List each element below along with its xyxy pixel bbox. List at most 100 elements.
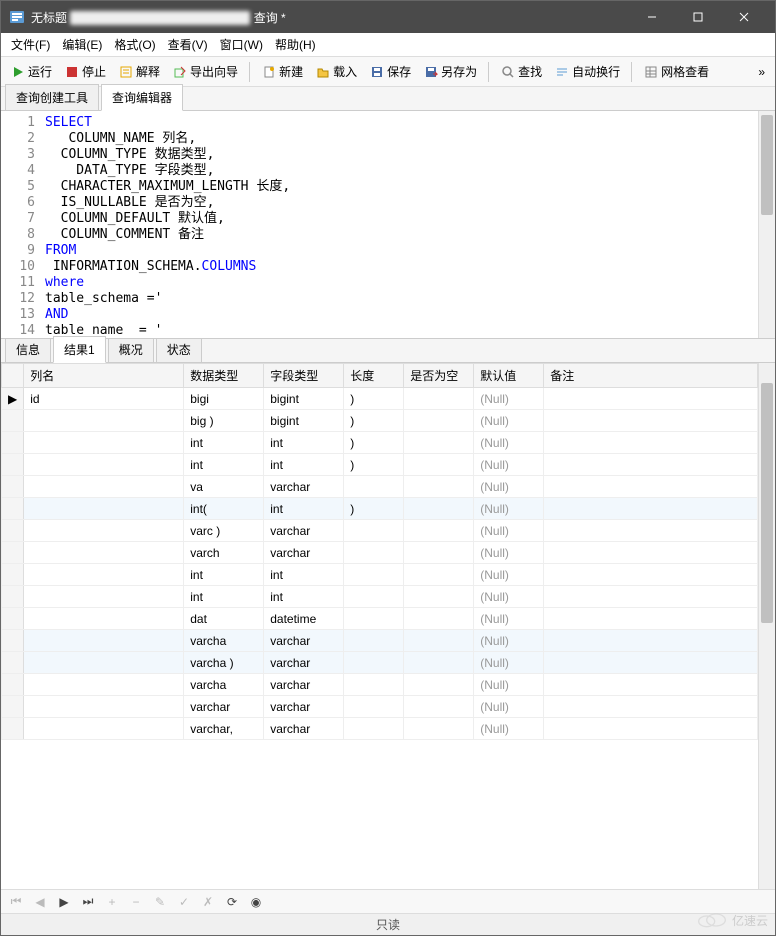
- cell-remark[interactable]: [544, 608, 758, 630]
- cell-name[interactable]: [24, 432, 184, 454]
- table-row[interactable]: varcharvarchar(Null): [2, 696, 758, 718]
- cell-datatype[interactable]: dat: [184, 608, 264, 630]
- cell-default[interactable]: (Null): [474, 696, 544, 718]
- explain-button[interactable]: 解释: [113, 60, 165, 83]
- cell-fieldtype[interactable]: varchar: [264, 630, 344, 652]
- menu-file[interactable]: 文件(F): [5, 34, 56, 55]
- tab-query-editor[interactable]: 查询编辑器: [101, 84, 183, 111]
- nav-delete[interactable]: −: [127, 893, 145, 911]
- cell-name[interactable]: [24, 542, 184, 564]
- col-header-fieldtype[interactable]: 字段类型: [264, 364, 344, 388]
- scroll-thumb[interactable]: [761, 115, 773, 215]
- menu-window[interactable]: 窗口(W): [214, 34, 269, 55]
- cell-remark[interactable]: [544, 476, 758, 498]
- cell-fieldtype[interactable]: varchar: [264, 718, 344, 740]
- cell-name[interactable]: id: [24, 388, 184, 410]
- editor-scrollbar[interactable]: [758, 111, 775, 338]
- nav-add[interactable]: +: [103, 893, 121, 911]
- row-indicator[interactable]: [2, 454, 24, 476]
- save-as-button[interactable]: 另存为: [418, 60, 482, 83]
- row-indicator[interactable]: [2, 476, 24, 498]
- cell-length[interactable]: [344, 630, 404, 652]
- cell-length[interactable]: [344, 586, 404, 608]
- cell-length[interactable]: ): [344, 454, 404, 476]
- cell-remark[interactable]: [544, 564, 758, 586]
- cell-datatype[interactable]: varchar,: [184, 718, 264, 740]
- grid-view-button[interactable]: 网格查看: [638, 60, 714, 83]
- table-row[interactable]: ▶idbigibigint)(Null): [2, 388, 758, 410]
- cell-datatype[interactable]: varcha: [184, 630, 264, 652]
- cell-remark[interactable]: [544, 388, 758, 410]
- cell-remark[interactable]: [544, 542, 758, 564]
- cell-name[interactable]: [24, 410, 184, 432]
- tab-query-builder[interactable]: 查询创建工具: [5, 84, 99, 110]
- row-indicator[interactable]: ▶: [2, 388, 24, 410]
- menu-view[interactable]: 查看(V): [162, 34, 214, 55]
- nav-stop-refresh[interactable]: ◉: [247, 893, 265, 911]
- maximize-button[interactable]: [675, 1, 721, 33]
- cell-datatype[interactable]: varcha: [184, 674, 264, 696]
- minimize-button[interactable]: [629, 1, 675, 33]
- cell-nullable[interactable]: [404, 674, 474, 696]
- cell-nullable[interactable]: [404, 696, 474, 718]
- cell-length[interactable]: [344, 696, 404, 718]
- wrap-button[interactable]: 自动换行: [549, 60, 625, 83]
- cell-remark[interactable]: [544, 498, 758, 520]
- cell-datatype[interactable]: varcha ): [184, 652, 264, 674]
- cell-length[interactable]: [344, 718, 404, 740]
- cell-nullable[interactable]: [404, 454, 474, 476]
- menu-help[interactable]: 帮助(H): [269, 34, 322, 55]
- cell-length[interactable]: ): [344, 432, 404, 454]
- row-indicator[interactable]: [2, 410, 24, 432]
- table-row[interactable]: intint)(Null): [2, 432, 758, 454]
- col-header-remark[interactable]: 备注: [544, 364, 758, 388]
- cell-remark[interactable]: [544, 520, 758, 542]
- cell-remark[interactable]: [544, 652, 758, 674]
- cell-length[interactable]: [344, 542, 404, 564]
- cell-default[interactable]: (Null): [474, 476, 544, 498]
- cell-remark[interactable]: [544, 718, 758, 740]
- row-indicator[interactable]: [2, 718, 24, 740]
- row-indicator[interactable]: [2, 608, 24, 630]
- toolbar-overflow[interactable]: »: [752, 63, 771, 81]
- cell-default[interactable]: (Null): [474, 454, 544, 476]
- col-header-length[interactable]: 长度: [344, 364, 404, 388]
- cell-name[interactable]: [24, 564, 184, 586]
- run-button[interactable]: 运行: [5, 60, 57, 83]
- menu-format[interactable]: 格式(O): [108, 34, 161, 55]
- cell-name[interactable]: [24, 608, 184, 630]
- table-row[interactable]: varchvarchar(Null): [2, 542, 758, 564]
- scroll-thumb[interactable]: [761, 383, 773, 623]
- nav-refresh[interactable]: ⟳: [223, 893, 241, 911]
- cell-nullable[interactable]: [404, 608, 474, 630]
- nav-prev[interactable]: ◀: [31, 893, 49, 911]
- row-indicator[interactable]: [2, 674, 24, 696]
- cell-fieldtype[interactable]: bigint: [264, 388, 344, 410]
- cell-name[interactable]: [24, 630, 184, 652]
- cell-length[interactable]: [344, 476, 404, 498]
- cell-default[interactable]: (Null): [474, 498, 544, 520]
- table-row[interactable]: datdatetime(Null): [2, 608, 758, 630]
- row-indicator[interactable]: [2, 696, 24, 718]
- cell-default[interactable]: (Null): [474, 718, 544, 740]
- nav-commit[interactable]: ✓: [175, 893, 193, 911]
- cell-default[interactable]: (Null): [474, 608, 544, 630]
- cell-length[interactable]: [344, 608, 404, 630]
- cell-nullable[interactable]: [404, 718, 474, 740]
- cell-default[interactable]: (Null): [474, 520, 544, 542]
- stop-button[interactable]: 停止: [59, 60, 111, 83]
- cell-fieldtype[interactable]: varchar: [264, 674, 344, 696]
- cell-remark[interactable]: [544, 586, 758, 608]
- cell-datatype[interactable]: bigi: [184, 388, 264, 410]
- sql-code[interactable]: SELECT COLUMN_NAME 列名, COLUMN_TYPE 数据类型,…: [41, 111, 758, 338]
- cell-length[interactable]: [344, 520, 404, 542]
- table-row[interactable]: intint(Null): [2, 564, 758, 586]
- cell-datatype[interactable]: varchar: [184, 696, 264, 718]
- row-indicator[interactable]: [2, 432, 24, 454]
- nav-first[interactable]: ⏮: [7, 893, 25, 911]
- sql-editor[interactable]: 1234567891011121314 SELECT COLUMN_NAME 列…: [1, 111, 775, 339]
- nav-cancel[interactable]: ✗: [199, 893, 217, 911]
- cell-fieldtype[interactable]: int: [264, 454, 344, 476]
- table-row[interactable]: intint)(Null): [2, 454, 758, 476]
- cell-nullable[interactable]: [404, 476, 474, 498]
